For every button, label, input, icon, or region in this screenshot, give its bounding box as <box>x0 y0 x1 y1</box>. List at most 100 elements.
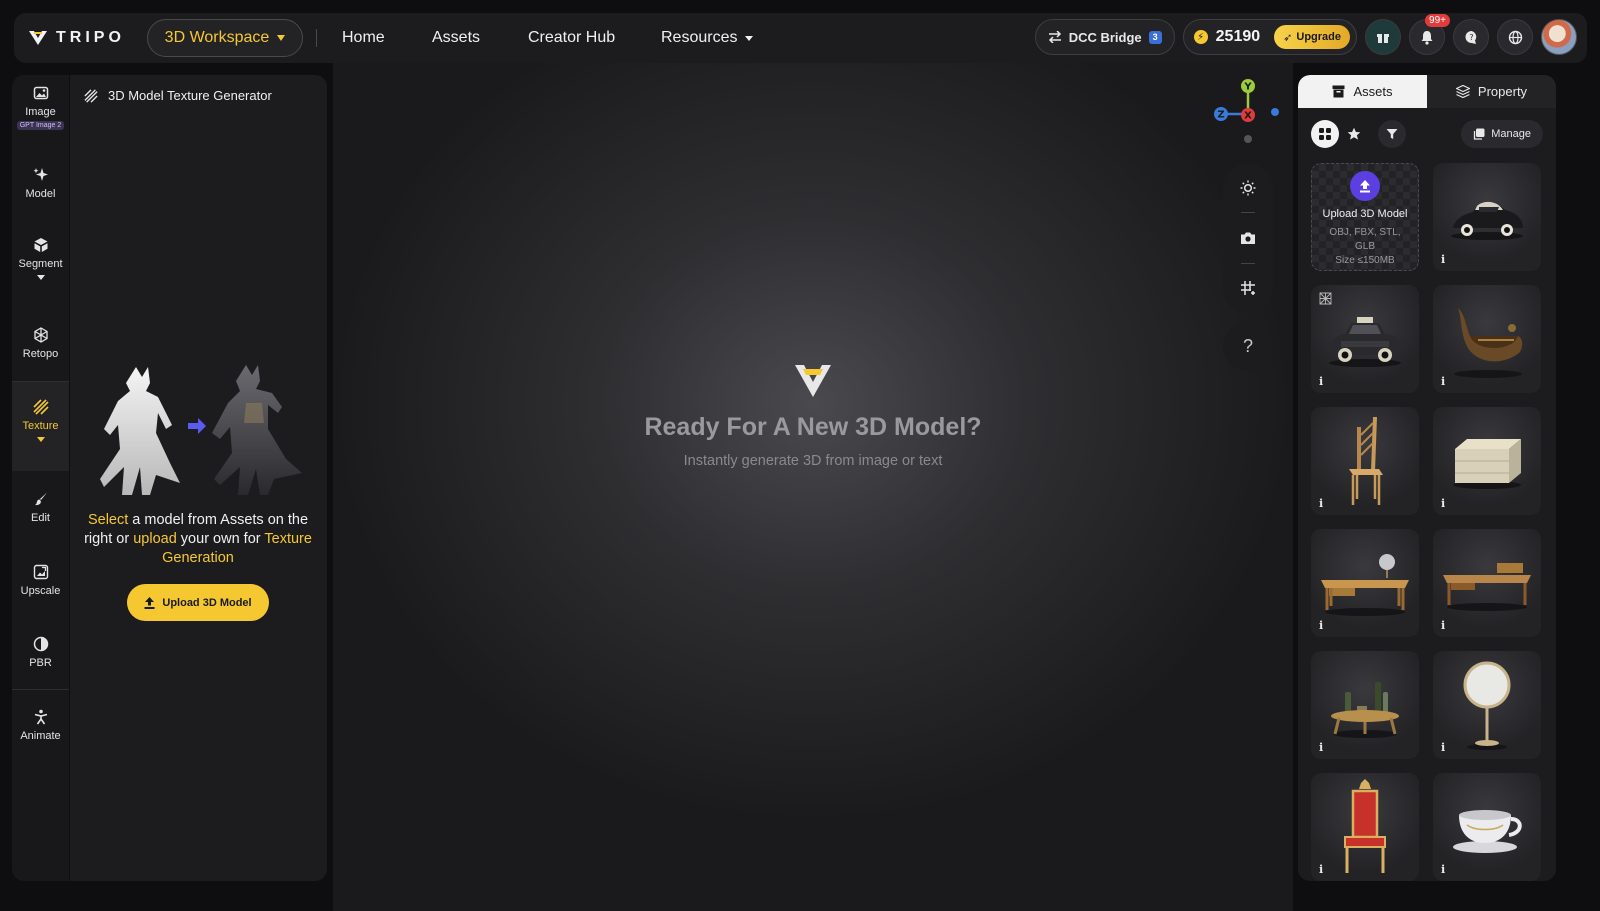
manage-button[interactable]: Manage <box>1461 120 1543 148</box>
help-button[interactable]: ? <box>1223 321 1273 371</box>
nav-creator-hub[interactable]: Creator Hub <box>528 29 661 47</box>
rail-divider <box>12 689 69 690</box>
asset-tile[interactable]: i <box>1433 407 1541 515</box>
credits-pill[interactable]: ⚡ 25190 ➶ Upgrade <box>1182 19 1357 55</box>
tab-assets-label: Assets <box>1353 84 1393 99</box>
rail-label-texture: Texture <box>22 420 59 432</box>
lighting-button[interactable] <box>1223 163 1273 212</box>
rail-item-pbr[interactable]: PBR <box>12 636 69 669</box>
workspace-dropdown[interactable]: 3D Workspace <box>147 19 303 57</box>
info-icon[interactable]: i <box>1319 375 1330 388</box>
assets-panel: Assets Property Manage Upload 3D Model O… <box>1298 75 1556 881</box>
star-icon <box>1347 127 1361 140</box>
asset-tile[interactable]: i <box>1311 529 1419 637</box>
dcc-badge: 3 <box>1148 30 1162 44</box>
tab-property[interactable]: Property <box>1427 75 1556 108</box>
upload-tile-title: Upload 3D Model <box>1322 208 1408 220</box>
texture-hatch-icon <box>84 88 98 103</box>
3d-viewport[interactable]: Ready For A New 3D Model? Instantly gene… <box>333 63 1293 911</box>
empty-state-subtitle: Instantly generate 3D from image or text <box>683 453 943 469</box>
instructions-part-2: your own for <box>176 531 265 547</box>
sun-icon <box>1240 180 1256 196</box>
asset-tile[interactable]: i <box>1311 285 1419 393</box>
mesh-icon <box>33 327 48 343</box>
screenshot-button[interactable] <box>1223 213 1273 262</box>
rail-item-texture[interactable]: Texture <box>12 382 69 471</box>
info-icon[interactable]: i <box>1441 619 1452 632</box>
asset-thumbnail-writing-desk <box>1443 563 1531 611</box>
chevron-down-icon[interactable] <box>36 275 45 280</box>
gizmo-x-label: X <box>1244 111 1252 122</box>
rail-label-pbr: PBR <box>29 657 52 669</box>
grid-toggle-button[interactable] <box>1223 264 1273 313</box>
rail-label-image: Image <box>25 106 56 118</box>
info-icon[interactable]: i <box>1441 253 1452 266</box>
upgrade-label: Upgrade <box>1296 31 1341 43</box>
asset-thumbnail-crate <box>1453 439 1521 489</box>
asset-tile[interactable]: i <box>1433 163 1541 271</box>
notifications-button[interactable]: 99+ <box>1409 14 1450 55</box>
camera-icon <box>1241 232 1255 244</box>
support-button[interactable]: ? <box>1453 19 1489 55</box>
asset-thumbnail-beetle-car <box>1451 201 1523 240</box>
info-icon[interactable]: i <box>1319 497 1330 510</box>
upload-highlight: upload <box>133 531 177 547</box>
asset-tile[interactable]: i <box>1311 407 1419 515</box>
upload-3d-model-tile[interactable]: Upload 3D Model OBJ, FBX, STL, GLB Size … <box>1311 163 1419 271</box>
info-icon[interactable]: i <box>1319 863 1330 876</box>
gift-button[interactable] <box>1365 19 1401 55</box>
info-icon[interactable]: i <box>1441 375 1452 388</box>
asset-tile[interactable]: i <box>1311 651 1419 759</box>
brand-logo[interactable]: TRIPO <box>28 29 132 47</box>
info-icon[interactable]: i <box>1441 863 1452 876</box>
upload-tile-size: Size ≤150MB <box>1335 255 1395 266</box>
wireframe-icon[interactable] <box>1319 292 1332 305</box>
upload-circle <box>1350 171 1380 201</box>
svg-text:?: ? <box>1469 33 1473 42</box>
globe-icon <box>1508 30 1522 44</box>
asset-tile[interactable]: i <box>1433 285 1541 393</box>
rail-item-retopo[interactable]: Retopo <box>12 327 69 360</box>
rail-item-animate[interactable]: Animate <box>12 709 69 742</box>
rail-item-upscale[interactable]: Upscale <box>12 564 69 597</box>
tripo-logo-icon <box>29 31 47 45</box>
rail-item-image[interactable]: Image GPT Image 2 <box>12 85 69 130</box>
user-avatar[interactable] <box>1541 19 1577 55</box>
nav-resources-label: Resources <box>661 29 738 46</box>
nav-assets[interactable]: Assets <box>432 29 528 47</box>
favorites-filter-button[interactable] <box>1340 120 1368 148</box>
info-icon[interactable]: i <box>1319 619 1330 632</box>
dcc-bridge-button[interactable]: DCC Bridge 3 <box>1034 19 1175 55</box>
copy-stack-icon <box>1474 128 1485 140</box>
brand-name: TRIPO <box>56 29 125 46</box>
rail-label-retopo: Retopo <box>22 348 59 360</box>
upgrade-button[interactable]: ➶ Upgrade <box>1274 25 1350 49</box>
upload-arrow-icon <box>1360 179 1370 192</box>
empty-state-title: Ready For A New 3D Model? <box>644 413 982 441</box>
filter-button[interactable] <box>1378 120 1406 148</box>
nav-home[interactable]: Home <box>342 29 432 47</box>
rail-item-model[interactable]: Model <box>12 167 69 200</box>
asset-tile[interactable]: i <box>1433 651 1541 759</box>
main-nav: Home Assets Creator Hub Resources <box>331 29 754 47</box>
info-icon[interactable]: i <box>1319 741 1330 754</box>
info-icon[interactable]: i <box>1441 497 1452 510</box>
tab-assets[interactable]: Assets <box>1298 75 1427 108</box>
assets-grid: Upload 3D Model OBJ, FBX, STL, GLB Size … <box>1311 163 1543 881</box>
chevron-down-icon[interactable] <box>36 437 45 442</box>
asset-tile[interactable]: i <box>1433 773 1541 881</box>
texture-hatch-icon <box>32 399 49 415</box>
nav-resources[interactable]: Resources <box>661 29 754 47</box>
rail-item-edit[interactable]: Edit <box>12 491 69 524</box>
axis-gizmo[interactable]: Y Z X <box>1213 77 1283 147</box>
upload-3d-model-button[interactable]: Upload 3D Model <box>127 584 269 621</box>
asset-thumbnail-chair <box>1349 417 1383 505</box>
info-icon[interactable]: i <box>1441 741 1452 754</box>
upload-3d-model-label: Upload 3D Model <box>162 596 252 609</box>
rail-item-segment[interactable]: Segment <box>12 237 69 280</box>
asset-tile[interactable]: i <box>1433 529 1541 637</box>
language-button[interactable] <box>1497 19 1533 55</box>
grid-icon <box>1319 128 1331 140</box>
all-assets-filter-button[interactable] <box>1311 120 1339 148</box>
asset-tile[interactable]: i <box>1311 773 1419 881</box>
